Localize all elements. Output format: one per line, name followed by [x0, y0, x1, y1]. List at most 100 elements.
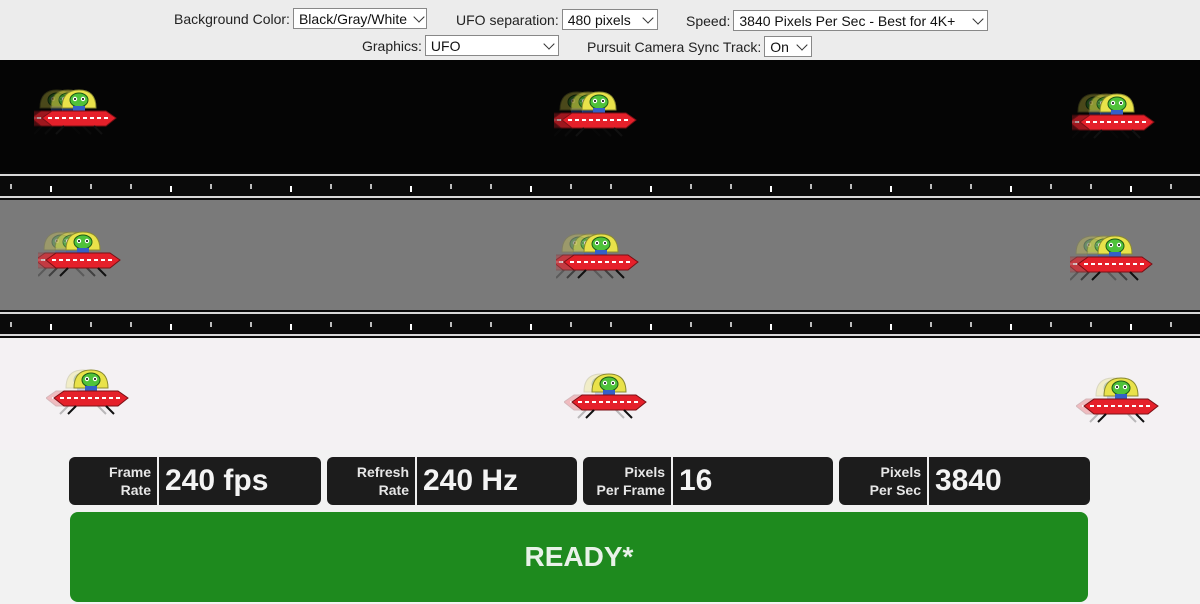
- track-tick: [970, 184, 972, 189]
- ufo-icon: [46, 358, 136, 428]
- frame-rate-label: Frame Rate: [69, 457, 159, 505]
- pursuit-sync-select[interactable]: On: [764, 36, 813, 57]
- track-tick: [210, 322, 212, 327]
- refresh-rate-value: 240 Hz: [423, 464, 519, 497]
- track-tick: [690, 322, 692, 327]
- ufo-separation-label: UFO separation:: [456, 11, 559, 28]
- background-color-control: Background Color: Black/Gray/White: [174, 8, 427, 29]
- pixels-per-frame-box: Pixels Per Frame 16: [583, 457, 833, 505]
- track-tick: [770, 324, 772, 330]
- pursuit-sync-control: Pursuit Camera Sync Track: On: [587, 36, 813, 57]
- pixels-per-sec-box: Pixels Per Sec 3840: [839, 457, 1090, 505]
- ufo-separation-value: 480 pixels: [567, 11, 631, 28]
- track-tick: [1170, 184, 1172, 189]
- pixels-per-sec-value: 3840: [935, 464, 1002, 497]
- pixels-per-frame-label: Pixels Per Frame: [583, 457, 673, 505]
- track-tick: [1130, 324, 1132, 330]
- track-tick: [1170, 322, 1172, 327]
- track-tick: [450, 322, 452, 327]
- track-tick: [570, 322, 572, 327]
- ufo-lane-black: [0, 60, 1200, 172]
- track-tick: [930, 322, 932, 327]
- ufo-icon: [1076, 366, 1166, 436]
- chevron-down-icon: [972, 12, 985, 25]
- track-tick: [1130, 186, 1132, 192]
- track-tick: [10, 322, 12, 327]
- track-tick: [770, 186, 772, 192]
- speed-control: Speed: 3840 Pixels Per Sec - Best for 4K…: [686, 10, 989, 31]
- frame-rate-value: 240 fps: [165, 464, 269, 497]
- track-tick: [1050, 322, 1052, 327]
- speed-value: 3840 Pixels Per Sec - Best for 4K+: [739, 12, 956, 29]
- track-tick: [250, 184, 252, 189]
- ufo-separation-control: UFO separation: 480 pixels: [456, 9, 658, 30]
- track-tick: [90, 322, 92, 327]
- track-tick: [810, 184, 812, 189]
- track-tick: [170, 324, 172, 330]
- track-tick: [570, 184, 572, 189]
- background-color-label: Background Color:: [174, 10, 290, 27]
- ufo-icon: [34, 78, 124, 148]
- chevron-down-icon: [543, 37, 555, 50]
- track-tick: [370, 322, 372, 327]
- track-tick: [650, 186, 652, 192]
- track-tick: [1050, 184, 1052, 189]
- track-tick: [530, 324, 532, 330]
- track-tick: [610, 184, 612, 189]
- track-tick: [970, 322, 972, 327]
- track-tick: [490, 322, 492, 327]
- track-tick: [290, 324, 292, 330]
- track-tick: [730, 184, 732, 189]
- graphics-value: UFO: [430, 37, 461, 54]
- track-tick: [90, 184, 92, 189]
- sync-track-2: [0, 310, 1200, 338]
- refresh-rate-label: Refresh Rate: [327, 457, 417, 505]
- track-tick: [250, 322, 252, 327]
- background-color-select[interactable]: Black/Gray/White: [292, 8, 427, 29]
- ufo-lane-white: [0, 340, 1200, 450]
- track-tick: [1090, 184, 1092, 189]
- ufo-lane-gray: [0, 200, 1200, 310]
- track-tick: [890, 324, 892, 330]
- track-tick: [810, 322, 812, 327]
- frame-rate-box: Frame Rate 240 fps: [69, 457, 321, 505]
- track-tick: [490, 184, 492, 189]
- refresh-rate-box: Refresh Rate 240 Hz: [327, 457, 577, 505]
- track-tick: [850, 184, 852, 189]
- graphics-control: Graphics: UFO: [362, 35, 559, 56]
- track-tick: [290, 186, 292, 192]
- track-tick: [130, 322, 132, 327]
- track-tick: [370, 184, 372, 189]
- track-tick: [650, 324, 652, 330]
- track-tick: [530, 186, 532, 192]
- track-tick: [50, 324, 52, 330]
- track-tick: [890, 186, 892, 192]
- chevron-down-icon: [796, 38, 808, 51]
- ufo-icon: [1072, 82, 1162, 152]
- track-tick: [1010, 324, 1012, 330]
- track-tick: [1010, 186, 1012, 192]
- track-tick: [690, 184, 692, 189]
- ready-status-banner: READY*: [70, 512, 1088, 602]
- track-tick: [330, 322, 332, 327]
- pixels-per-sec-label: Pixels Per Sec: [839, 457, 929, 505]
- graphics-label: Graphics:: [362, 37, 422, 54]
- graphics-select[interactable]: UFO: [424, 35, 559, 56]
- track-tick: [930, 184, 932, 189]
- ufo-icon: [38, 220, 128, 290]
- track-tick: [730, 322, 732, 327]
- chevron-down-icon: [413, 10, 425, 23]
- pursuit-sync-label: Pursuit Camera Sync Track:: [587, 38, 762, 55]
- track-tick: [450, 184, 452, 189]
- speed-label: Speed:: [686, 12, 731, 29]
- track-tick: [210, 184, 212, 189]
- speed-select[interactable]: 3840 Pixels Per Sec - Best for 4K+: [733, 10, 989, 31]
- track-tick: [170, 186, 172, 192]
- track-tick: [410, 324, 412, 330]
- ufo-separation-select[interactable]: 480 pixels: [561, 9, 658, 30]
- settings-panel: Background Color: Black/Gray/White UFO s…: [0, 0, 1200, 60]
- background-color-value: Black/Gray/White: [298, 10, 408, 27]
- track-tick: [410, 186, 412, 192]
- track-tick: [10, 184, 12, 189]
- track-tick: [1090, 322, 1092, 327]
